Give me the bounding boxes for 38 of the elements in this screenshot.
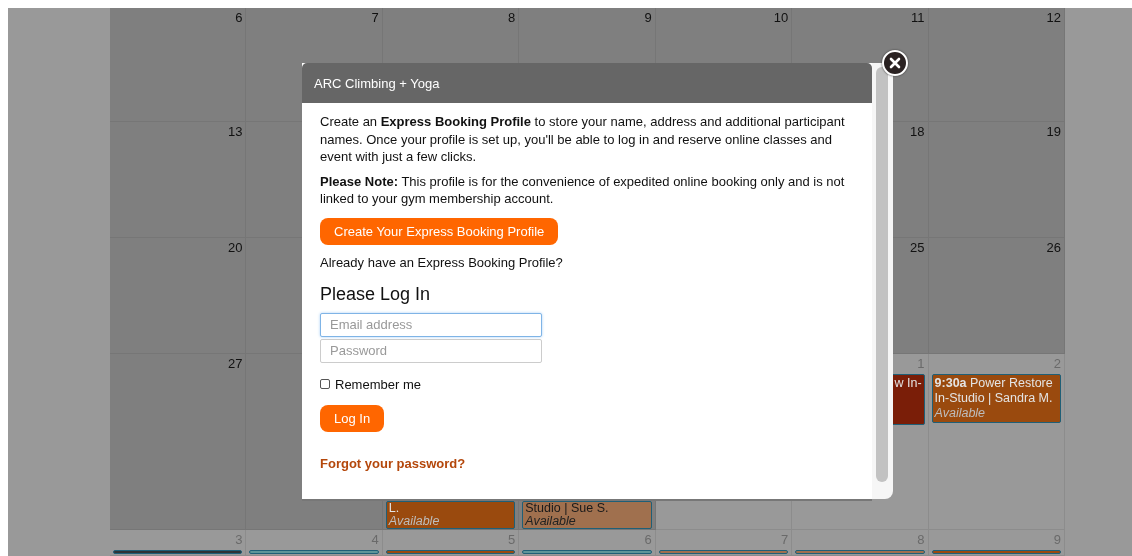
dialog-title: ARC Climbing + Yoga [314,75,440,91]
event-chip[interactable] [385,550,516,554]
event-chip[interactable] [113,550,243,554]
scrollbar-thumb[interactable] [876,67,888,482]
day-number: 12 [1046,10,1061,25]
day-number: 6 [235,10,243,25]
day-number: 9 [644,10,652,25]
event-chip[interactable] [931,550,1061,554]
event-chip[interactable]: L. Available [385,501,516,529]
email-field[interactable]: Email address [320,312,542,337]
event-chip[interactable] [795,550,925,554]
event-chip[interactable] [522,550,652,554]
event-chip[interactable] [249,550,379,554]
remember-checkbox[interactable] [320,379,330,389]
already-text: Already have an Express Booking Profile? [320,254,563,270]
login-button[interactable]: Log In [320,404,385,432]
event-chip[interactable] [658,550,789,554]
day-number: 20 [227,240,243,255]
event-chip[interactable]: 9:30a Power Restore In-Studio | Sandra M. Available [931,374,1061,423]
remember-label: Remember me [335,376,421,392]
day-number: 18 [910,124,925,139]
day-number: 13 [227,124,243,139]
intro-text: Create an Express Booking Profile to store your name, address and additional participant names. Once your profile is set up, you'll be able to log in and reserve online classes and event with just a few clicks. [320,113,845,166]
note-text: Please Note: This profile is for the convenience of expedited online booking only and is not linked to your gym membership account. [320,172,845,208]
login-heading: Please Log In [320,283,431,305]
close-icon [889,57,901,69]
day-number: 11 [911,10,925,25]
day-number: 10 [773,10,789,25]
day-number: 26 [1046,240,1061,255]
create-profile-button[interactable]: Create Your Express Booking Profile [320,217,559,245]
event-chip[interactable]: Studio | Sue S. Available [522,501,652,529]
day-number: 27 [227,356,243,371]
day-number: 7 [371,10,379,25]
day-number: 8 [508,10,516,25]
forgot-password-link[interactable]: Forgot your password? [320,455,466,471]
day-number: 19 [1046,124,1061,139]
password-field[interactable]: Password [320,338,542,363]
day-number: 25 [910,240,925,255]
